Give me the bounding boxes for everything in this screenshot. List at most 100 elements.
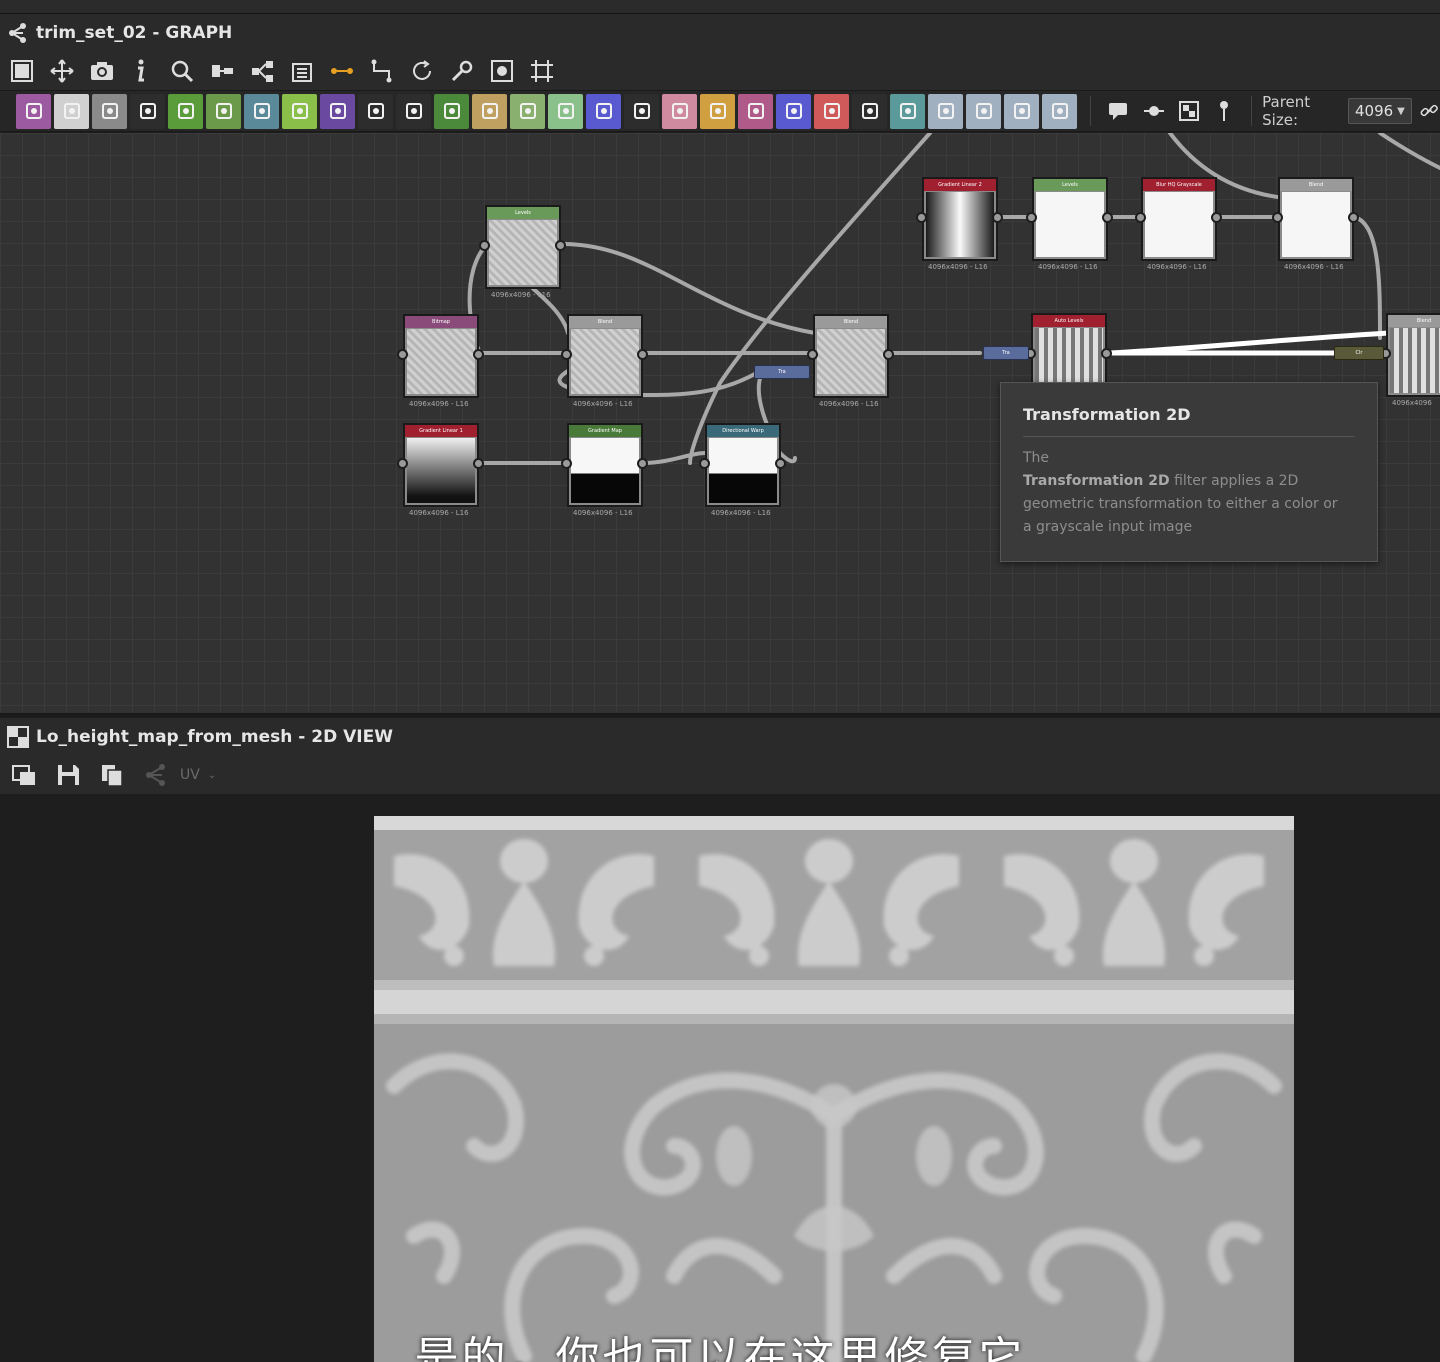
node-port[interactable] [775, 458, 786, 469]
pin-icon[interactable] [1206, 93, 1241, 129]
fill-icon[interactable] [814, 93, 849, 129]
share-icon[interactable] [134, 757, 178, 793]
graph-node[interactable]: Blend [1386, 313, 1440, 397]
input-icon[interactable] [396, 93, 431, 129]
node-resolution: 4096x4096 - L16 [928, 263, 988, 271]
node-port[interactable] [561, 349, 572, 360]
graph-node[interactable]: Levels [485, 205, 561, 289]
slider-icon[interactable] [472, 93, 507, 129]
small-node-clr[interactable]: Clr [1334, 346, 1384, 360]
node-port[interactable] [807, 349, 818, 360]
shuffle-icon[interactable] [130, 93, 165, 129]
node-port[interactable] [397, 349, 408, 360]
node-port[interactable] [916, 212, 927, 223]
graph-node[interactable]: Gradient Map [567, 423, 643, 507]
graph-node[interactable]: Blend [567, 314, 643, 398]
graph-node[interactable]: Blend [1278, 177, 1354, 261]
node-port[interactable] [473, 458, 484, 469]
node-port[interactable] [479, 240, 490, 251]
node-port[interactable] [1101, 348, 1112, 359]
align-icon[interactable] [202, 53, 242, 89]
spline-icon[interactable] [662, 93, 697, 129]
info-icon[interactable] [122, 53, 162, 89]
warp-icon[interactable] [890, 93, 925, 129]
snapshot-icon[interactable] [482, 53, 522, 89]
wrench-icon[interactable] [442, 53, 482, 89]
share-icon[interactable] [242, 53, 282, 89]
wire [1352, 215, 1382, 340]
copy-icon[interactable] [90, 757, 134, 793]
node-port[interactable] [637, 458, 648, 469]
selection-icon[interactable] [776, 93, 811, 129]
uniform-color-icon[interactable] [54, 93, 89, 129]
duplicate-icon[interactable] [2, 757, 46, 793]
node-port[interactable] [397, 458, 408, 469]
node-c-icon[interactable] [1004, 93, 1039, 129]
frame-node-icon[interactable] [1171, 93, 1206, 129]
node-port[interactable] [1348, 212, 1359, 223]
node-title: Blend [1388, 315, 1440, 327]
small-node-label: Clr [1355, 350, 1363, 356]
camera-icon[interactable] [82, 53, 122, 89]
graph-node[interactable]: Gradient Linear 1 [403, 423, 479, 507]
node-port[interactable] [1272, 212, 1283, 223]
link-icon[interactable] [1418, 98, 1440, 124]
output-icon[interactable] [434, 93, 469, 129]
transform-icon[interactable] [244, 93, 279, 129]
connect-icon[interactable] [322, 53, 362, 89]
node-port[interactable] [1026, 212, 1037, 223]
color-picker-icon[interactable] [206, 93, 241, 129]
node-port[interactable] [992, 212, 1003, 223]
node-a-icon[interactable] [928, 93, 963, 129]
node-port[interactable] [883, 349, 894, 360]
node-port[interactable] [1135, 212, 1146, 223]
tooltip-body: The Transformation 2D filter applies a 2… [1023, 447, 1355, 539]
small-node-transform[interactable]: Tra [983, 346, 1029, 360]
node-port[interactable] [1211, 212, 1222, 223]
node-port[interactable] [1102, 212, 1113, 223]
node-port[interactable] [473, 349, 484, 360]
color-wheel-icon[interactable] [586, 93, 621, 129]
save-icon[interactable] [46, 757, 90, 793]
node-d-icon[interactable] [1042, 93, 1077, 129]
move-icon[interactable] [42, 53, 82, 89]
node-port[interactable] [699, 458, 710, 469]
refresh-icon[interactable] [402, 53, 442, 89]
node-b-icon[interactable] [966, 93, 1001, 129]
view-area[interactable] [0, 794, 1440, 1362]
grid-icon[interactable] [358, 93, 393, 129]
graph-node[interactable]: Gradient Linear 2 [922, 177, 998, 261]
parent-size-select[interactable]: 4096 ▼ [1347, 98, 1412, 124]
node-port[interactable] [555, 240, 566, 251]
noise-icon[interactable] [624, 93, 659, 129]
blend-icon[interactable] [510, 93, 545, 129]
small-node-transform[interactable]: Tra [754, 365, 810, 379]
path-icon[interactable] [362, 53, 402, 89]
node-port[interactable] [561, 458, 572, 469]
layers-icon[interactable] [282, 53, 322, 89]
dot-icon[interactable] [1136, 93, 1171, 129]
curve-icon[interactable] [168, 93, 203, 129]
tooltip-bold: Transformation 2D [1023, 473, 1170, 489]
search-icon[interactable] [162, 53, 202, 89]
circle-icon[interactable] [320, 93, 355, 129]
uv-select[interactable]: UV ⌄ [180, 767, 216, 783]
value-icon[interactable] [852, 93, 887, 129]
bitmap-icon[interactable] [16, 93, 51, 129]
text-icon[interactable] [738, 93, 773, 129]
graph-node[interactable]: Directional Warp [705, 423, 781, 507]
node-resolution: 4096x4096 - L16 [491, 291, 551, 299]
graph-node[interactable]: Blend [813, 314, 889, 398]
mirror-icon[interactable] [700, 93, 735, 129]
node-port[interactable] [637, 349, 648, 360]
node-title: Levels [1034, 179, 1106, 191]
graph-node[interactable]: Levels [1032, 177, 1108, 261]
drop-icon[interactable] [92, 93, 127, 129]
fit-view-icon[interactable] [2, 53, 42, 89]
graph-node[interactable]: Blur HQ Grayscale [1141, 177, 1217, 261]
comment-icon[interactable] [1101, 93, 1136, 129]
graph-node[interactable]: Bitmap [403, 314, 479, 398]
gradient-ramp-icon[interactable] [282, 93, 317, 129]
histogram-icon[interactable] [548, 93, 583, 129]
frame-icon[interactable] [522, 53, 562, 89]
